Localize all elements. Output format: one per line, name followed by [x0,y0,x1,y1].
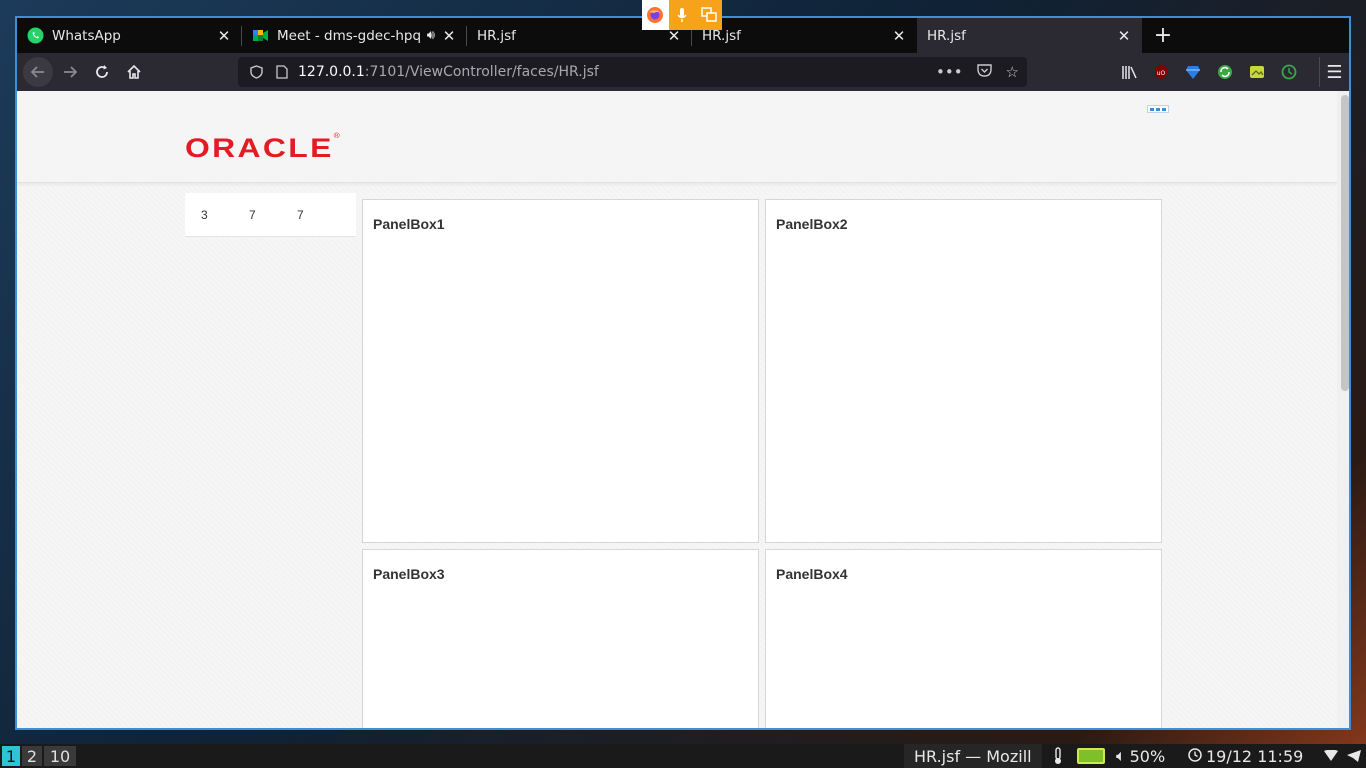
sync-extension-icon[interactable] [1215,62,1235,82]
telegram-icon[interactable] [1346,744,1362,768]
diamond-extension-icon[interactable] [1183,62,1203,82]
page-icon[interactable] [272,62,292,82]
registered-mark: ® [333,133,340,140]
panel-title: PanelBox4 [776,566,848,582]
stat-value: 7 [249,207,256,222]
datetime: 19/12 11:59 [1206,746,1304,766]
shield-icon[interactable] [246,62,266,82]
tab-meet[interactable]: Meet - dms-gdec-hpq 🔊︎ ✕ [242,18,467,53]
close-icon[interactable]: ✕ [891,27,907,45]
speaker-icon[interactable]: 🔊︎ [427,28,435,43]
arrow-left-icon [30,66,44,78]
workspace-10[interactable]: 10 [44,746,76,766]
reload-icon [96,65,108,78]
image-extension-icon[interactable] [1247,62,1267,82]
panel-title: PanelBox1 [373,216,445,232]
workspace-2[interactable]: 2 [22,746,42,766]
panel-title: PanelBox3 [373,566,445,582]
url-path: :7101/ViewController/faces/HR.jsf [364,64,599,80]
close-icon[interactable]: ✕ [441,27,457,45]
stat-value: 3 [201,207,208,222]
nav-bar: 127.0.0.1:7101/ViewController/faces/HR.j… [17,53,1349,91]
svg-text:uO: uO [1157,70,1166,77]
ublock-origin-icon[interactable]: uO [1151,62,1171,82]
active-window-title[interactable]: HR.jsf — Mozill [904,744,1042,768]
volume-indicator[interactable]: 🔈︎ 50% [1116,744,1165,768]
page-content: ORACLE® 3 7 7 PanelBox1 PanelBox2 PanelB… [17,91,1337,728]
wifi-icon[interactable] [1324,744,1338,768]
more-options-icon[interactable] [1147,105,1169,113]
close-icon[interactable]: ✕ [1116,27,1132,45]
library-icon[interactable] [1119,62,1139,82]
tab-hr-3[interactable]: HR.jsf ✕ [917,18,1142,53]
toolbar-extensions: uO [1119,57,1299,87]
tab-label: Meet - dms-gdec-hpq [277,27,422,44]
microphone-icon[interactable] [668,0,696,30]
screen-share-icon[interactable] [695,0,723,30]
stat-value: 7 [297,207,304,222]
thermometer-icon [1052,744,1064,768]
workspace-1[interactable]: 1 [2,746,20,766]
bookmark-star-icon[interactable]: ☆ [1006,63,1019,81]
tab-whatsapp[interactable]: WhatsApp ✕ [17,18,242,53]
logo-text: ORACLE [185,133,334,163]
tab-label: WhatsApp [52,27,121,44]
firefox-icon [642,0,669,30]
panel-box-3: PanelBox3 [362,549,759,728]
volume-level: 50% [1129,746,1166,766]
browser-window: WhatsApp ✕ Meet - dms-gdec-hpq 🔊︎ ✕ HR.j… [15,16,1351,730]
new-tab-button[interactable]: + [1149,18,1177,53]
pocket-icon[interactable] [976,63,992,81]
reload-button[interactable] [87,57,117,87]
oracle-logo: ORACLE® [185,133,340,164]
tab-hr-2[interactable]: HR.jsf ✕ [692,18,917,53]
panel-box-4: PanelBox4 [765,549,1162,728]
battery-icon [1077,744,1105,768]
arrow-right-icon [64,66,78,78]
clock-extension-icon[interactable] [1279,62,1299,82]
tab-label: HR.jsf [927,27,966,44]
speaker-icon: 🔈︎ [1116,746,1126,765]
forward-button[interactable] [55,57,85,87]
back-button[interactable] [23,57,53,87]
tab-label: HR.jsf [702,27,741,44]
tab-label: HR.jsf [477,27,516,44]
system-taskbar: 1 2 10 HR.jsf — Mozill 🔈︎ 50% 19/12 11:5… [0,744,1366,768]
clock-icon [1188,747,1202,766]
page-actions-icon[interactable]: ••• [936,63,963,81]
url-host: 127.0.0.1 [298,64,365,80]
page-scrollbar[interactable] [1337,91,1349,728]
home-button[interactable] [119,57,149,87]
stats-box: 3 7 7 [185,193,356,237]
close-icon[interactable]: ✕ [216,27,232,45]
panel-title: PanelBox2 [776,216,848,232]
clock[interactable]: 19/12 11:59 [1188,744,1303,768]
home-icon [127,64,141,79]
sharing-indicator [642,0,723,30]
panel-box-1: PanelBox1 [362,199,759,543]
whatsapp-icon [27,27,44,44]
google-meet-icon [252,27,269,44]
scrollbar-thumb[interactable] [1341,95,1349,391]
hamburger-menu-icon[interactable]: ☰ [1319,57,1349,87]
url-bar[interactable]: 127.0.0.1:7101/ViewController/faces/HR.j… [238,57,1027,87]
panel-box-2: PanelBox2 [765,199,1162,543]
page-header: ORACLE® [17,91,1337,183]
